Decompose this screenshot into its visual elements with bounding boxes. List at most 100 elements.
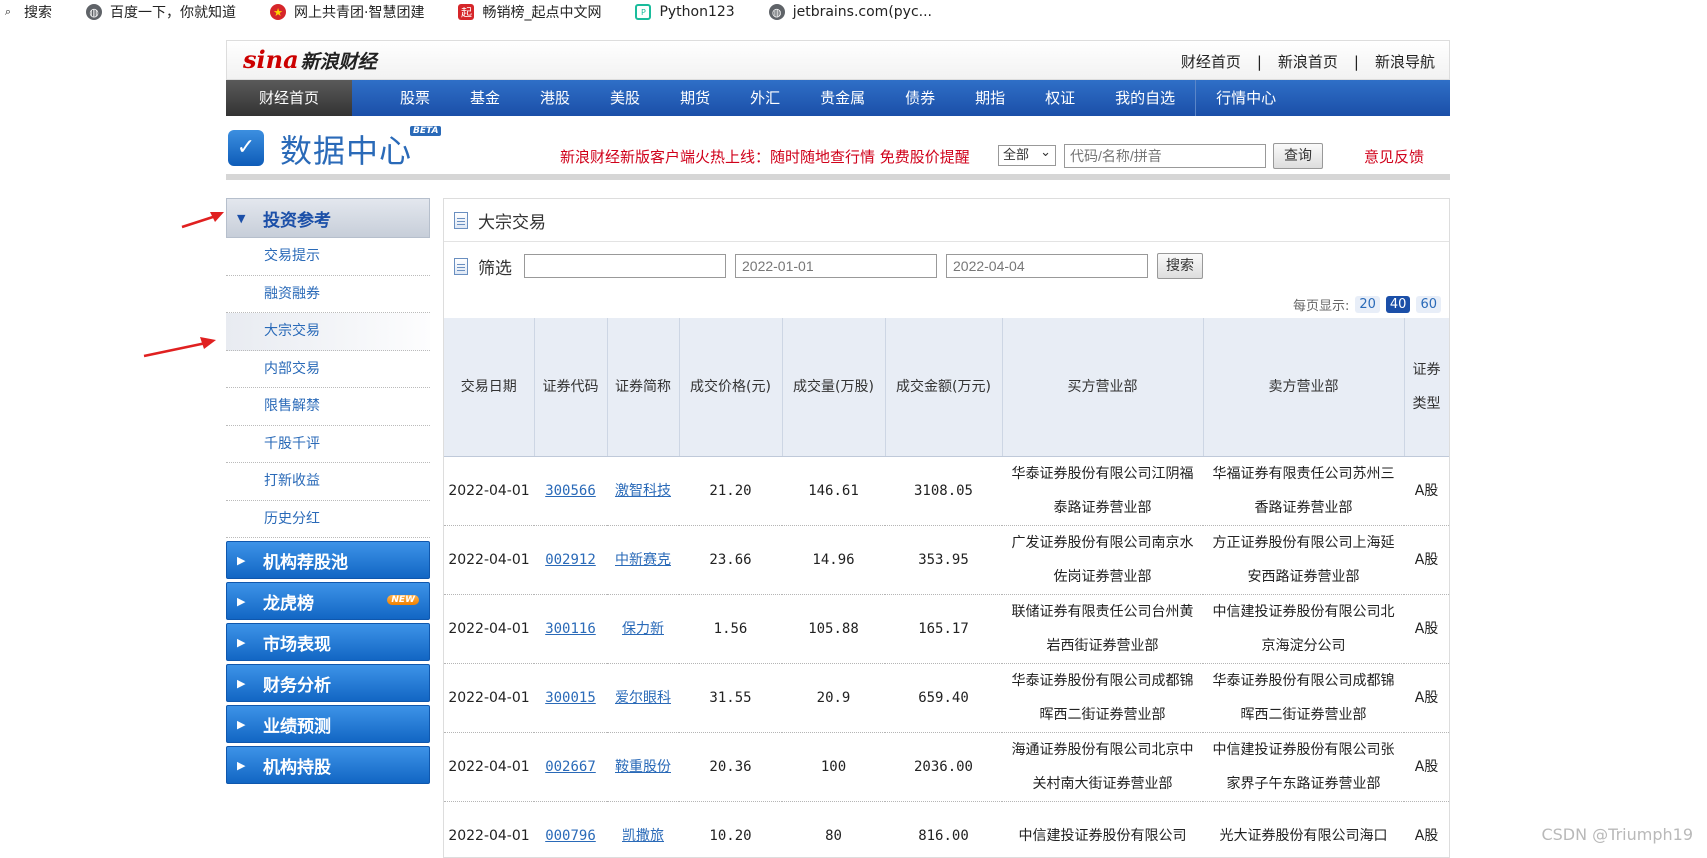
column-header[interactable]: 卖方营业部 [1203,318,1405,457]
link-finance-home[interactable]: 财经首页 [1181,53,1241,71]
promo-link[interactable]: 新浪财经新版客户端火热上线：随时随地查行情 免费股价提醒 [560,146,970,167]
stock-code-link[interactable]: 300116 [545,621,596,637]
nav-item[interactable]: 股票 [380,80,450,116]
nav-finance-home[interactable]: 财经首页 [226,80,352,116]
nav-item[interactable]: 权证 [1025,80,1095,116]
sidebar-section[interactable]: ▶ 机构持股 [226,746,430,784]
search-button[interactable]: 搜索 [1157,253,1203,279]
sidebar-section[interactable]: ▶ 财务分析 [226,664,430,702]
separator: | [1353,53,1359,71]
table-cell: 000796 [534,801,607,857]
sidebar-sub-item[interactable]: 千股千评 [226,426,430,463]
nav-item[interactable]: 港股 [520,80,590,116]
link-sina-nav[interactable]: 新浪导航 [1375,53,1435,71]
stock-name-link[interactable]: 凯撒旅 [622,828,664,844]
column-header[interactable]: 证券简称 [607,318,680,457]
sidebar-section[interactable]: ▶ 市场表现 [226,623,430,661]
column-header[interactable]: 买方营业部 [1002,318,1204,457]
end-date-input[interactable] [946,254,1148,278]
bookmark-label: Python123 [659,4,735,20]
nav-item[interactable]: 我的自选 [1095,80,1195,116]
sina-finance-logo[interactable]: sina 新浪财经 [243,45,377,74]
sidebar-section-investment-reference[interactable]: ▼ 投资参考 [226,198,430,238]
sidebar-sub-item[interactable]: 限售解禁 [226,388,430,426]
table-cell: 14.96 [782,525,885,595]
per-page-selector: 每页显示: 20 40 60 [444,290,1449,318]
nav-item[interactable]: 贵金属 [800,80,885,116]
sidebar-sub-item[interactable]: 融资融券 [226,276,430,313]
start-date-input[interactable] [735,254,937,278]
sidebar-section-label: 财务分析 [263,675,331,696]
main-nav: 财经首页 股票 基金 港股 美股 期货 外汇 贵金属 债券 期指 权证 我的自选 行情中心 [226,80,1450,116]
bookmarks-bar: ⌕ 搜索 ◍ 百度一下，你就知道 ★ 网上共青团·智慧团建 起畅销榜_起点中文网 PP… [0,0,1707,24]
filter-bar: 筛选 搜索 [444,242,1449,290]
nav-item[interactable]: 期货 [660,80,730,116]
table-cell: 2022-04-01 [444,456,534,526]
table-cell: 光大证券股份有限公司海口 [1203,801,1404,857]
scope-select[interactable]: 全部 [998,143,1056,166]
column-header[interactable]: 成交金额(万元) [885,318,1003,457]
table-cell: 联储证券有限责任公司台州黄岩西街证券营业部 [1002,594,1203,664]
beta-badge: BETA [410,126,442,136]
per-page-option[interactable]: 40 [1385,295,1411,313]
query-button[interactable]: 查询 [1273,143,1323,169]
sidebar-sub-item[interactable]: 交易提示 [226,238,430,276]
table-cell: 20.36 [679,732,782,802]
table-cell: A股 [1404,663,1449,733]
bookmark-search[interactable]: ⌕ 搜索 [0,2,52,22]
table-cell: 2022-04-01 [444,594,534,664]
column-header[interactable]: 证券代码 [534,318,608,457]
chart-icon: ✓ [228,130,264,166]
column-header[interactable]: 证券类型 [1404,318,1449,457]
sidebar-section-label: 机构持股 [263,757,331,778]
table-cell: 中新赛克 [607,525,679,595]
table-cell: 激智科技 [607,456,679,526]
link-sina-home[interactable]: 新浪首页 [1278,53,1338,71]
column-header[interactable]: 成交量(万股) [782,318,886,457]
table-cell: A股 [1404,594,1449,664]
nav-item[interactable]: 美股 [590,80,660,116]
per-page-option[interactable]: 60 [1416,295,1441,313]
top-links: 财经首页 | 新浪首页 | 新浪导航 [1181,51,1435,72]
feedback-link[interactable]: 意见反馈 [1364,146,1424,167]
nav-item[interactable]: 债券 [885,80,955,116]
stock-name-link[interactable]: 爱尔眼科 [615,690,671,706]
sidebar-sub-item[interactable]: 大宗交易 [226,313,430,351]
csdn-watermark: CSDN @Triumph19 [1541,825,1693,844]
bookmark-league[interactable]: ★ 网上共青团·智慧团建 [270,2,424,22]
bookmark-baidu[interactable]: ◍ 百度一下，你就知道 [86,2,236,22]
search-icon: ⌕ [4,5,12,18]
sidebar-sub-item[interactable]: 打新收益 [226,463,430,501]
table-row: 2022-04-01 300116 保力新 1.56 105.88 165.17 联储证券有… [444,594,1449,664]
nav-item[interactable]: 基金 [450,80,520,116]
table-cell: 2022-04-01 [444,732,534,802]
sidebar-sub-item[interactable]: 历史分红 [226,501,430,538]
table-cell: 华泰证券股份有限公司成都锦晖西二街证券营业部 [1002,663,1203,733]
sidebar-sub-item[interactable]: 内部交易 [226,351,430,388]
stock-search-input[interactable] [1064,144,1266,168]
bookmark-qidian[interactable]: 起畅销榜_起点中文网 [458,2,601,22]
nav-item[interactable]: 外汇 [730,80,800,116]
column-header[interactable]: 交易日期 [444,318,535,457]
sidebar-section[interactable]: ▶ 机构荐股池 [226,541,430,579]
stock-name-link[interactable]: 保力新 [622,621,664,637]
stock-code-link[interactable]: 002667 [545,759,596,775]
per-page-option[interactable]: 20 [1355,295,1380,313]
nav-item[interactable]: 行情中心 [1195,80,1296,116]
table-row: 2022-04-01 002667 鞍重股份 20.36 100 2036.00 海通证券股… [444,732,1449,802]
stock-name-link[interactable]: 中新赛克 [615,552,671,568]
bookmark-python123[interactable]: P Python123 [635,4,735,20]
new-badge: NEW [387,595,419,605]
stock-code-link[interactable]: 300566 [545,483,596,499]
stock-code-link[interactable]: 000796 [545,828,596,844]
nav-item[interactable]: 期指 [955,80,1025,116]
column-header[interactable]: 成交价格(元) [679,318,783,457]
stock-name-link[interactable]: 鞍重股份 [615,759,671,775]
bookmark-jetbrains[interactable]: ◍ jetbrains.com(pyc... [768,4,932,20]
sidebar-section[interactable]: ▶ 龙虎榜 NEW [226,582,430,620]
sidebar-section[interactable]: ▶ 业绩预测 [226,705,430,743]
stock-code-link[interactable]: 002912 [545,552,596,568]
stock-code-link[interactable]: 300015 [545,690,596,706]
filter-keyword-input[interactable] [524,254,726,278]
stock-name-link[interactable]: 激智科技 [615,483,671,499]
